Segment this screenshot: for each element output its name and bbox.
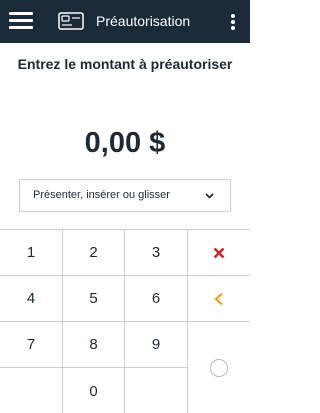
key-1[interactable]: 1: [0, 230, 63, 276]
more-vertical-icon[interactable]: [228, 12, 238, 32]
entry-method-label: Présenter, insérer ou glisser: [33, 189, 170, 201]
chevron-left-icon: [214, 292, 223, 305]
page-title: Préautorisation: [96, 13, 191, 29]
key-blank: [0, 368, 63, 413]
amount-display: 0,00 $: [84, 127, 166, 159]
key-empty: [125, 368, 188, 413]
clear-key[interactable]: [188, 230, 250, 276]
entry-method-select[interactable]: Présenter, insérer ou glisser: [19, 179, 231, 212]
key-8[interactable]: 8: [63, 322, 125, 368]
card-reader-icon: [58, 12, 84, 30]
numeric-keypad: 1 2 3 4 5 6 7 8 9 0: [0, 229, 250, 413]
key-2[interactable]: 2: [63, 230, 125, 276]
confirm-key[interactable]: [188, 322, 250, 413]
key-4[interactable]: 4: [0, 276, 63, 322]
chevron-down-icon: [205, 193, 214, 199]
key-7[interactable]: 7: [0, 322, 63, 368]
amount-prompt: Entrez le montant à préautoriser: [17, 56, 233, 72]
key-6[interactable]: 6: [125, 276, 188, 322]
radio-circle-icon: [210, 359, 228, 377]
close-icon: [213, 247, 225, 258]
key-5[interactable]: 5: [63, 276, 125, 322]
backspace-key[interactable]: [188, 276, 250, 322]
key-9[interactable]: 9: [125, 322, 188, 368]
top-bar: Préautorisation: [0, 0, 250, 43]
key-3[interactable]: 3: [125, 230, 188, 276]
hamburger-menu-icon[interactable]: [9, 11, 33, 31]
key-0[interactable]: 0: [63, 368, 125, 413]
